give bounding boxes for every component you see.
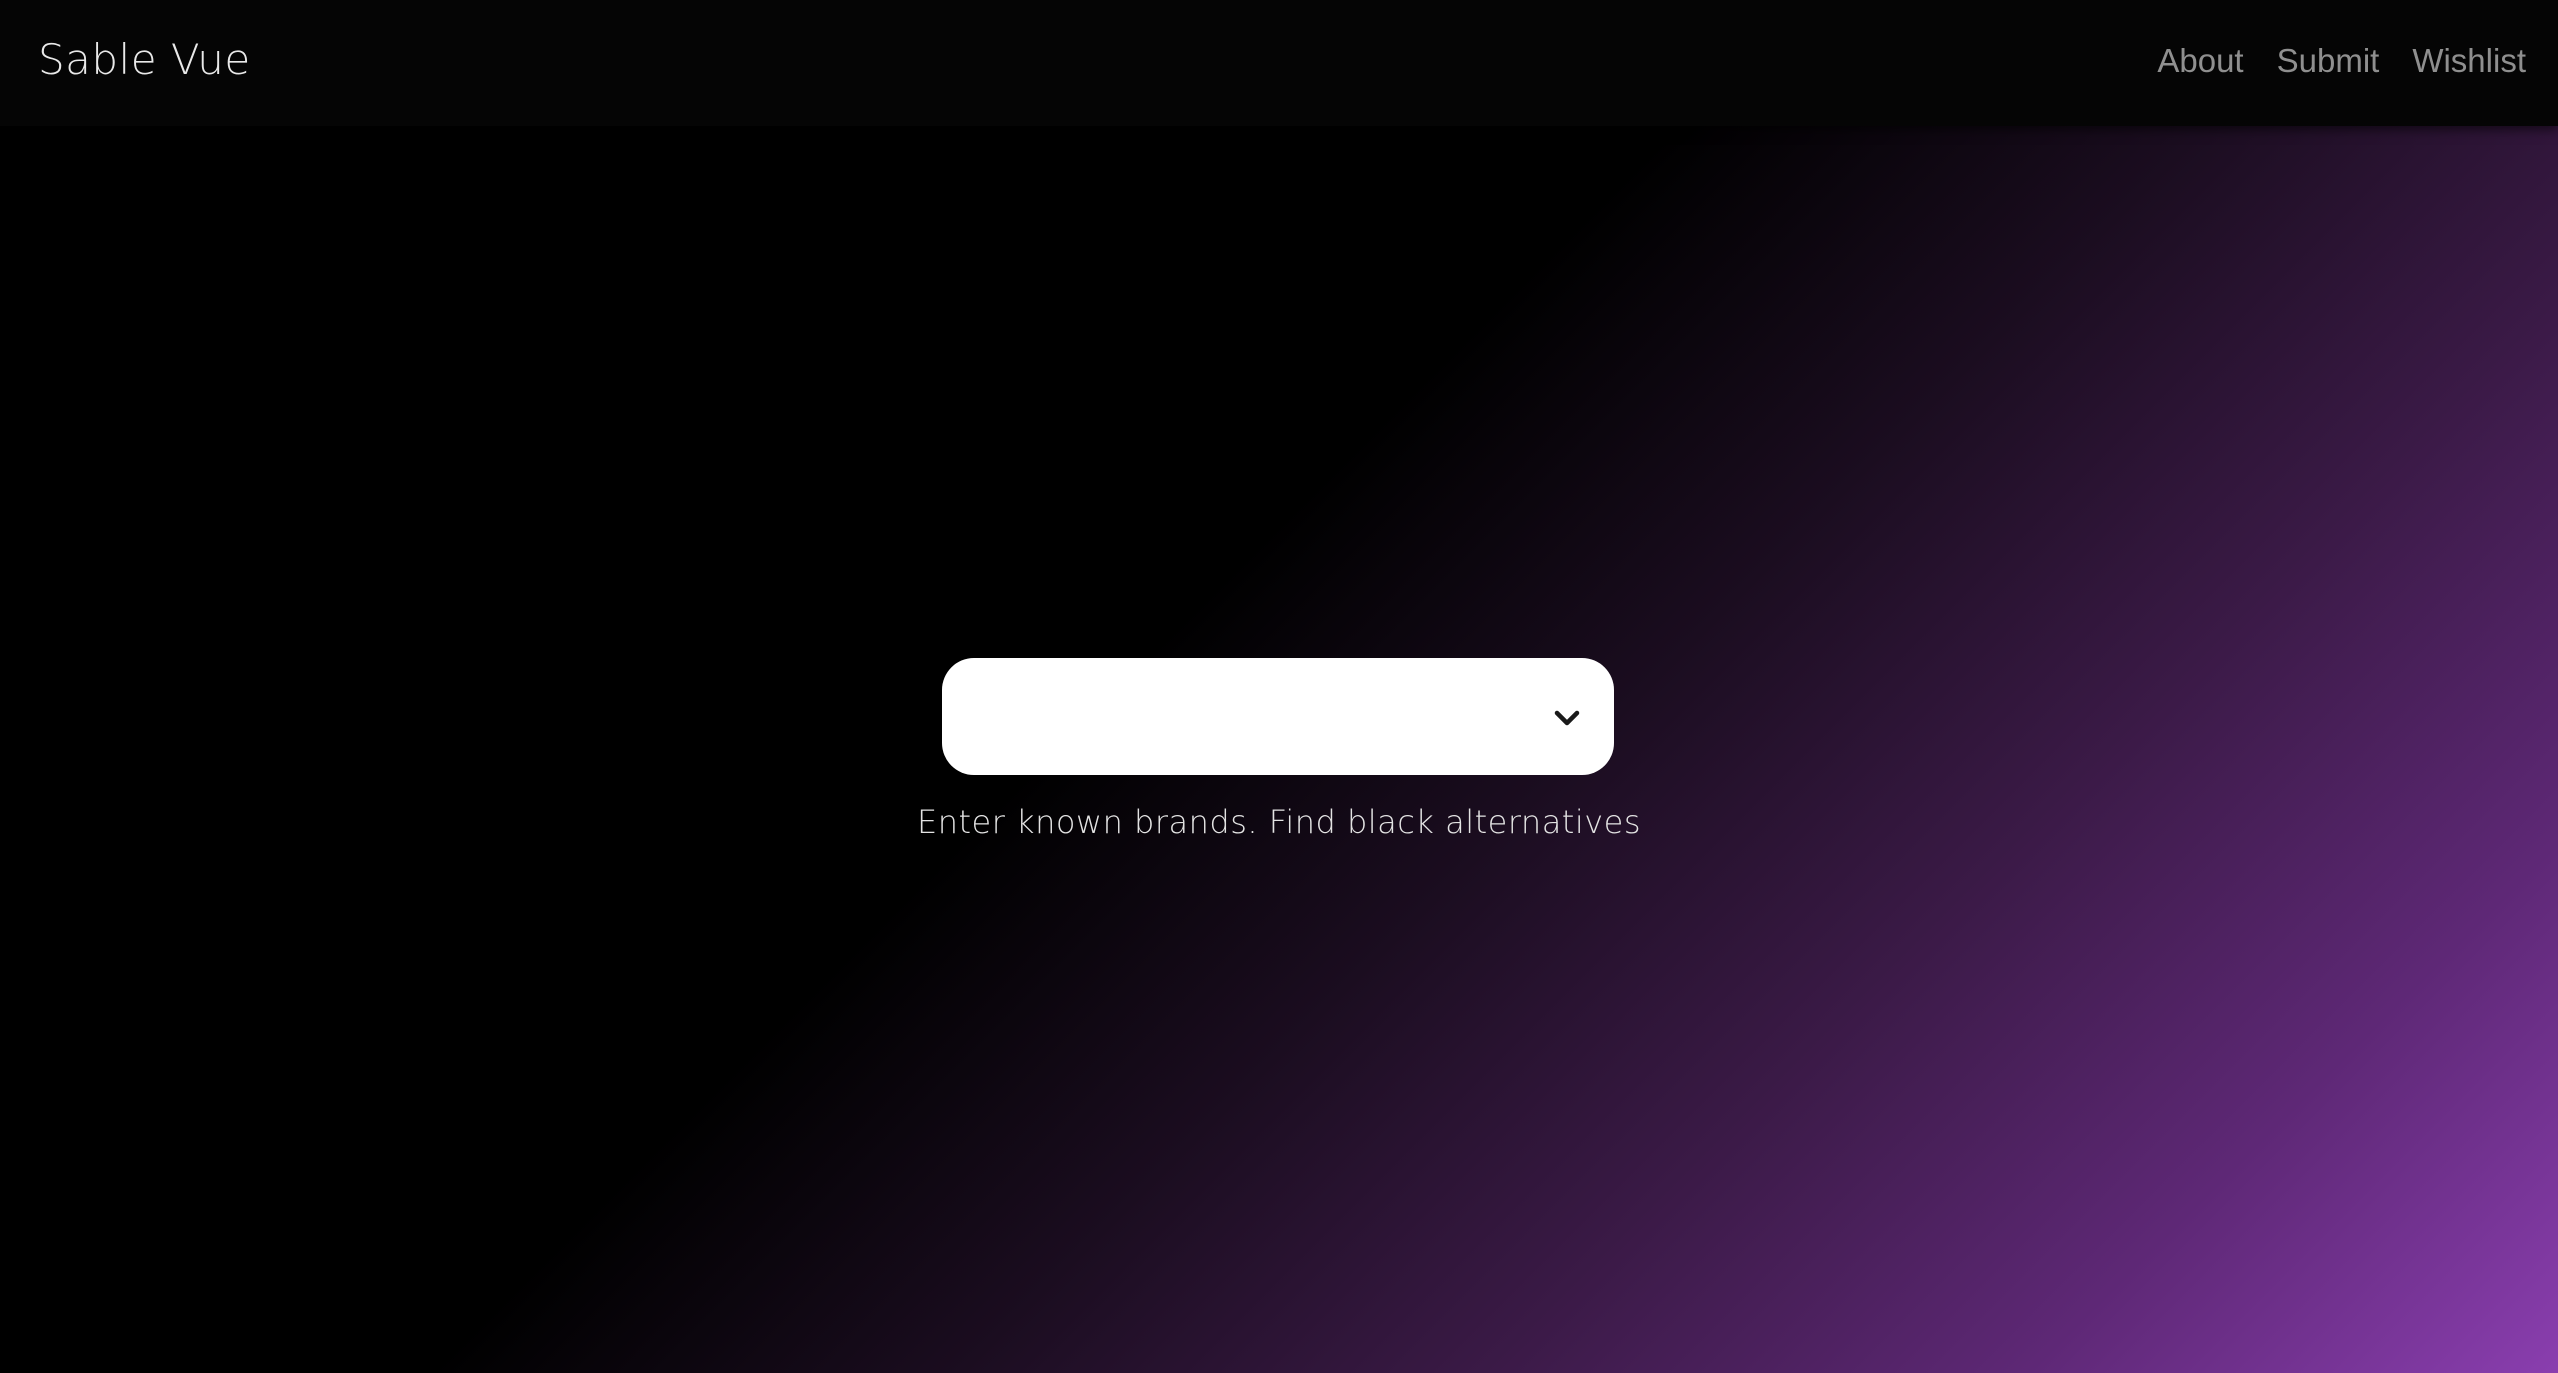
top-navbar: Sable Vue About Submit Wishlist	[0, 0, 2558, 126]
nav-submit-link[interactable]: Submit	[2277, 38, 2380, 84]
nav-about-link[interactable]: About	[2157, 38, 2243, 84]
chevron-down-icon[interactable]	[1554, 708, 1580, 728]
hero-tagline: Enter known brands. Find black alternati…	[916, 803, 1642, 841]
nav-wishlist-link[interactable]: Wishlist	[2412, 38, 2526, 84]
brand-search-select[interactable]	[942, 658, 1614, 775]
nav-links: About Submit Wishlist	[2157, 38, 2526, 84]
brand-logo[interactable]: Sable Vue	[38, 30, 251, 90]
